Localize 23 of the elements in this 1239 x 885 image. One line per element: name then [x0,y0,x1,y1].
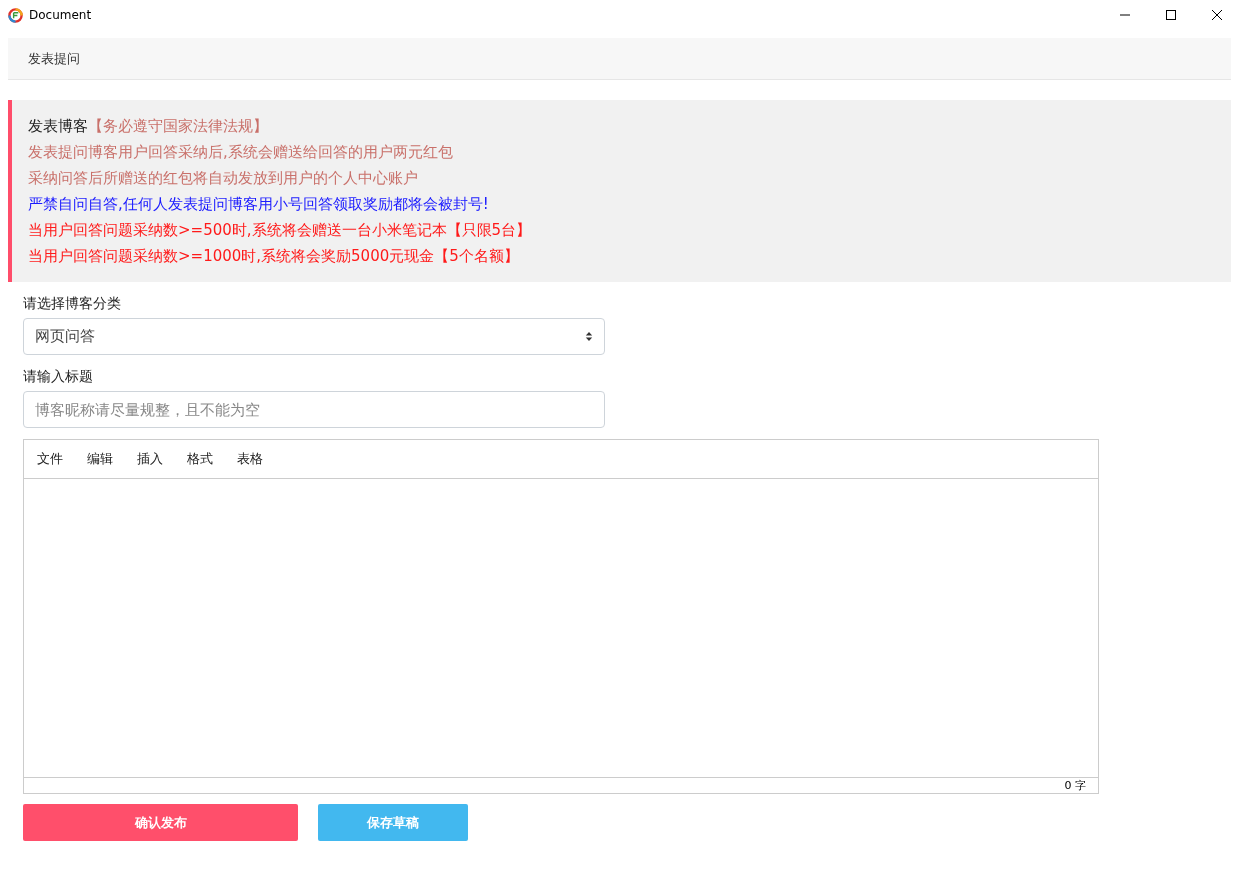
notice-line: 采纳问答后所赠送的红包将自动发放到用户的个人中心账户 [28,168,419,189]
category-select[interactable]: 网页问答 [23,318,605,355]
sort-caret-icon [585,331,593,342]
editor-menu-item[interactable]: 表格 [237,450,263,468]
close-icon[interactable] [1211,9,1223,21]
notice-title: 发表博客 [28,117,88,135]
notice-line: 当用户回答问题采纳数>=1000时,系统将会奖励5000元现金【5个名额】 [28,246,520,267]
window-title: Document [29,8,92,22]
editor-menu-item[interactable]: 编辑 [87,450,113,468]
notice-line: 严禁自问自答,任何人发表提问博客用小号回答领取奖励都将会被封号! [28,194,490,215]
editor-menu-item[interactable]: 插入 [137,450,163,468]
header-title: 发表提问 [28,49,80,68]
field-label: 请选择博客分类 [23,294,122,313]
app-logo-icon [8,7,23,23]
word-count: 0 字 [1064,779,1086,792]
editor-menu-item[interactable]: 格式 [187,450,213,468]
maximize-icon[interactable] [1165,9,1177,21]
field-label: 请输入标题 [23,367,94,386]
notice-line: 当用户回答问题采纳数>=500时,系统将会赠送一台小米笔记本【只限5台】 [28,220,533,241]
notice-title-note: 【务必遵守国家法律法规】 [88,117,268,135]
notice-line: 发表提问博客用户回答采纳后,系统会赠送给回答的用户两元红包 [28,142,454,163]
title-input-field[interactable]: 博客昵称请尽量规整，且不能为空 [23,391,605,428]
editor-menu-item[interactable]: 文件 [37,450,63,468]
